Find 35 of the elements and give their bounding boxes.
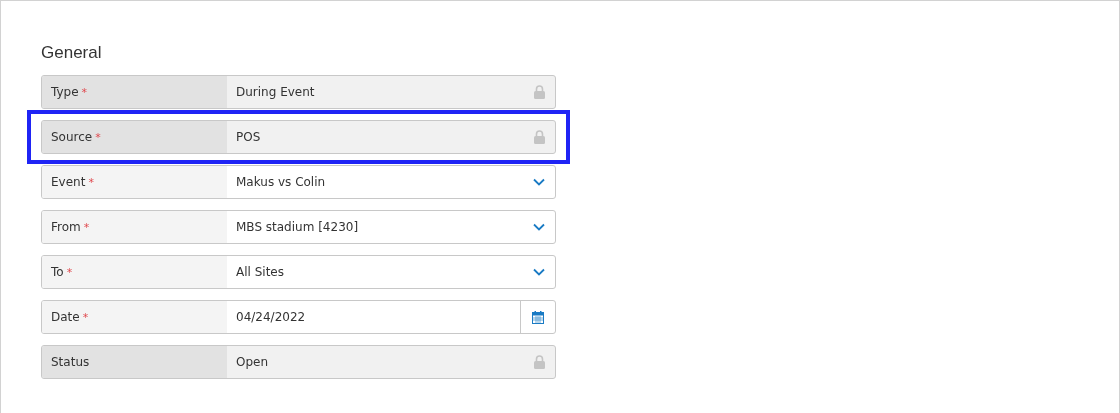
form-field[interactable]: From * MBS stadium [4230]	[41, 210, 556, 244]
required-asterisk: *	[95, 130, 101, 144]
field-label: Type	[51, 85, 79, 99]
chevron-down-icon[interactable]	[533, 268, 545, 276]
lock-icon	[534, 85, 545, 99]
lock-icon	[534, 130, 545, 144]
required-asterisk: *	[66, 265, 73, 279]
field-value: Open	[236, 355, 269, 369]
required-asterisk: *	[88, 175, 94, 189]
required-asterisk: *	[81, 85, 88, 99]
field-label: Event	[51, 175, 86, 189]
form-field[interactable]: Event * Makus vs Colin	[41, 165, 556, 199]
lock-icon	[534, 355, 545, 369]
field-value: All Sites	[236, 265, 284, 279]
field-label: From	[51, 220, 81, 234]
field-value: During Event	[236, 85, 315, 99]
form-field[interactable]: Date * 04/24/2022	[41, 300, 556, 334]
field-label: Source	[51, 130, 93, 144]
required-asterisk: *	[83, 220, 90, 234]
form-field[interactable]: Type * During Event	[41, 75, 556, 109]
field-label: Status	[51, 355, 90, 369]
field-value: MBS stadium [4230]	[236, 220, 359, 234]
field-label: To	[51, 265, 64, 279]
required-asterisk: *	[82, 310, 89, 324]
field-value: POS	[236, 130, 261, 144]
section-title: General	[41, 42, 103, 64]
field-value: Makus vs Colin	[236, 175, 326, 189]
chevron-down-icon[interactable]	[533, 223, 545, 231]
form-field[interactable]: Status Open	[41, 345, 556, 379]
chevron-down-icon[interactable]	[533, 178, 545, 186]
field-value: 04/24/2022	[236, 310, 306, 324]
form-field[interactable]: Source * POS	[41, 120, 556, 154]
field-label: Date	[51, 310, 80, 324]
calendar-icon	[532, 310, 544, 324]
form-field[interactable]: To * All Sites	[41, 255, 556, 289]
